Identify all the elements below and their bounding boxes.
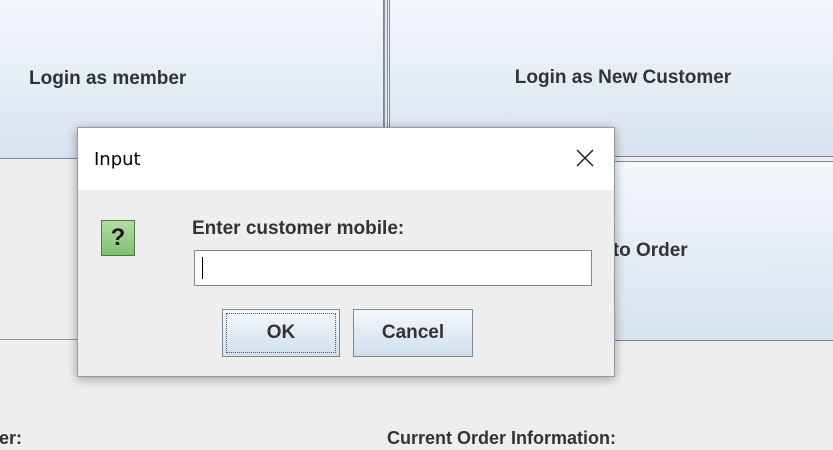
cancel-button[interactable]: Cancel: [353, 309, 473, 357]
dialog-titlebar[interactable]: Input: [78, 128, 614, 190]
ok-button-label: OK: [266, 322, 296, 343]
question-icon: ?: [101, 220, 135, 256]
app-window: Login as member Login as New Customer em…: [0, 0, 833, 450]
login-as-member-label: Login as member: [29, 67, 187, 89]
current-order-information-label: Current Order Information:: [387, 428, 617, 448]
ok-button[interactable]: OK: [222, 309, 340, 357]
login-as-new-customer-label: Login as New Customer: [514, 66, 732, 88]
close-icon[interactable]: [570, 143, 600, 173]
customer-mobile-input[interactable]: [194, 250, 592, 286]
cancel-button-label: Cancel: [381, 322, 445, 343]
prompt-label: Enter customer mobile:: [192, 218, 405, 239]
text-caret: [202, 257, 203, 279]
input-dialog: Input ? Enter customer mobile: OK Cancel: [77, 127, 615, 377]
left-section-label: er:: [0, 428, 23, 448]
dialog-title: Input: [94, 149, 141, 170]
